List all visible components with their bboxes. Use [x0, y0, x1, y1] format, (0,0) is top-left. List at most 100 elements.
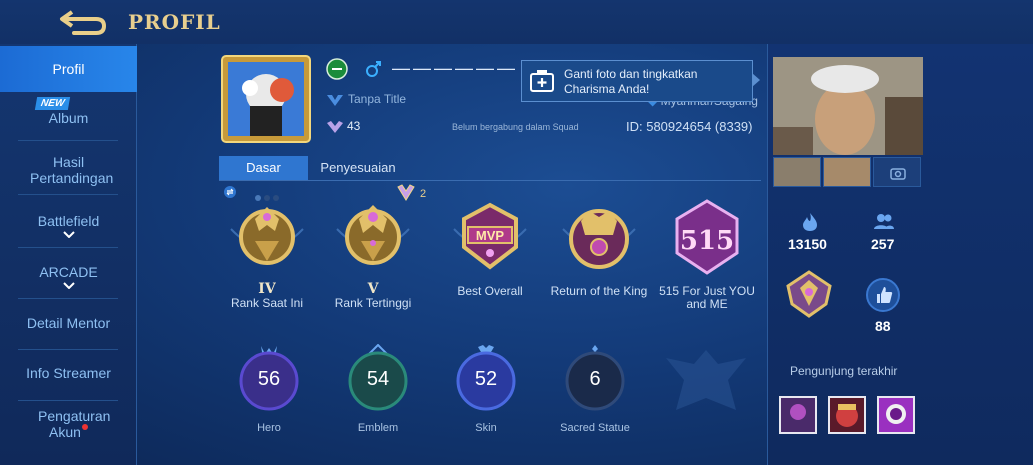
photo-thumbnail[interactable] — [823, 157, 871, 187]
player-level-row: 43 — [326, 119, 360, 134]
stat-label: Hero — [257, 422, 281, 434]
stat-label: Emblem — [357, 422, 399, 434]
sidebar-item-pengaturan-akun[interactable]: Pengaturan Akun — [0, 408, 137, 440]
recent-visitors-title: Pengunjung terakhir — [790, 364, 898, 378]
player-title: Tanpa Title — [348, 92, 407, 106]
visitor-avatar[interactable] — [779, 396, 817, 434]
change-photo-tooltip[interactable]: Ganti foto dan tingkatkan Charisma Anda! — [521, 60, 760, 102]
sidebar-item-battlefield[interactable]: Battlefield — [0, 213, 137, 238]
player-level: 43 — [347, 119, 361, 133]
player-title-row[interactable]: Tanpa Title — [326, 92, 406, 107]
camera-icon — [890, 168, 906, 180]
title-wing-icon — [327, 94, 343, 106]
tab-divider — [219, 180, 761, 181]
sidebar-item-album[interactable]: Album — [0, 110, 137, 126]
king-medal-icon — [562, 209, 636, 269]
photo-thumbnail[interactable] — [773, 157, 821, 187]
medal-label: Rank Tertinggi — [334, 296, 412, 310]
sidebar-item-label: Info Streamer — [26, 365, 111, 381]
followers-value: 257 — [871, 236, 895, 252]
header-bar: PROFIL — [0, 0, 1033, 44]
popularity-flame-icon — [803, 213, 817, 231]
chevron-down-icon — [62, 282, 75, 289]
game-id: ID: 580924654 (8339) — [626, 119, 753, 134]
stat-value: 56 — [257, 368, 281, 390]
chevron-down-icon — [62, 231, 75, 238]
profile-photo-image — [773, 57, 923, 155]
likes-value: 88 — [875, 318, 891, 334]
player-avatar[interactable] — [220, 54, 312, 144]
stat-value: 6 — [589, 368, 601, 390]
stat-ring: 54 — [347, 350, 409, 412]
stat-ring: 6 — [564, 350, 626, 412]
squad-status: Belum bergabung dalam Squad — [452, 122, 579, 132]
515-text: 515 — [680, 226, 734, 256]
sidebar-item-detail-mentor[interactable]: Detail Mentor — [0, 315, 137, 331]
stat-label: Skin — [475, 422, 497, 434]
best-overall-badge-icon: MVP — [453, 202, 527, 270]
515-event-badge-icon: 515 — [675, 199, 739, 275]
stat-emblem[interactable]: 54 Emblem — [338, 344, 418, 434]
medal-return-of-the-king[interactable]: Return of the King — [546, 195, 652, 325]
sidebar-item-label: Detail Mentor — [26, 315, 111, 331]
medal-tier: V — [367, 281, 379, 297]
charisma-medal-icon[interactable] — [786, 268, 832, 318]
sidebar-item-profil[interactable]: Profil — [0, 46, 137, 92]
profile-photo[interactable] — [773, 57, 923, 155]
sidebar-item-label: Album — [48, 110, 89, 126]
stat-skin[interactable]: 52 Skin — [446, 344, 526, 434]
tooltip-text: Ganti foto dan tingkatkan Charisma Anda! — [564, 67, 698, 96]
medal-best-overall[interactable]: MVP Best Overall — [437, 195, 543, 325]
mvp-text: MVP — [476, 228, 505, 243]
sidebar-divider — [18, 400, 118, 401]
notification-dot — [81, 424, 88, 430]
stat-hero[interactable]: 56 Hero — [229, 344, 309, 434]
medal-highest-rank[interactable]: V Rank Tertinggi — [320, 195, 426, 325]
tab-dasar[interactable]: Dasar — [219, 156, 308, 180]
stat-ring: 52 — [455, 350, 517, 412]
medal-label: Return of the King — [550, 284, 648, 298]
medal-label: Best Overall — [457, 284, 523, 298]
sidebar-item-hasil-pertandingan[interactable]: Hasil Pertandingan — [0, 154, 137, 186]
thumbs-up-icon — [877, 287, 893, 303]
add-photo-icon — [530, 70, 554, 92]
sidebar-divider — [18, 349, 118, 350]
stat-sacred-statue[interactable]: 6 Sacred Statue — [555, 344, 635, 434]
visitor-avatar-image — [879, 398, 913, 432]
flag-icon — [326, 58, 348, 80]
like-button[interactable] — [866, 278, 900, 312]
sidebar-item-label: Hasil Pertandingan — [30, 154, 114, 186]
popularity-value: 13150 — [788, 236, 827, 252]
sidebar-item-label: Profil — [52, 61, 85, 77]
tab-penyesuaian[interactable]: Penyesuaian — [308, 156, 408, 180]
new-badge: NEW — [34, 97, 71, 110]
sidebar-divider — [18, 194, 118, 195]
back-arrow-icon — [60, 10, 107, 35]
sidebar-divider — [18, 298, 118, 299]
sidebar-item-label: Battlefield — [37, 213, 100, 229]
locked-emblem-silhouette-icon — [666, 350, 746, 410]
stat-value: 54 — [366, 368, 390, 390]
page-title: PROFIL — [128, 10, 221, 34]
visitor-avatar[interactable] — [877, 396, 915, 434]
medal-515[interactable]: 515 515 For Just YOU and ME — [654, 195, 760, 325]
sidebar: Profil NEW Album Hasil Pertandingan Batt… — [0, 44, 137, 465]
stat-label: Sacred Statue — [560, 422, 630, 434]
level-wing-icon — [327, 120, 343, 133]
rank-medal-icon — [230, 207, 304, 265]
sidebar-item-info-streamer[interactable]: Info Streamer — [0, 365, 137, 381]
medal-current-rank[interactable]: IV Rank Saat Ini — [214, 195, 320, 325]
male-gender-icon — [366, 61, 381, 77]
medal-label: 515 For Just YOU and ME — [659, 284, 755, 311]
sidebar-divider — [18, 247, 118, 248]
sidebar-item-arcade[interactable]: ARCADE — [0, 264, 137, 289]
add-photo-slot[interactable] — [873, 157, 921, 187]
rank-medal-icon — [336, 205, 410, 265]
visitor-avatar[interactable] — [828, 396, 866, 434]
sidebar-item-label: ARCADE — [39, 264, 98, 280]
back-button[interactable] — [58, 6, 108, 38]
player-name: —————— — [392, 58, 518, 78]
visitor-avatar-image — [830, 398, 864, 432]
medal-tier: IV — [258, 281, 276, 297]
medal-label: Rank Saat Ini — [230, 296, 304, 310]
